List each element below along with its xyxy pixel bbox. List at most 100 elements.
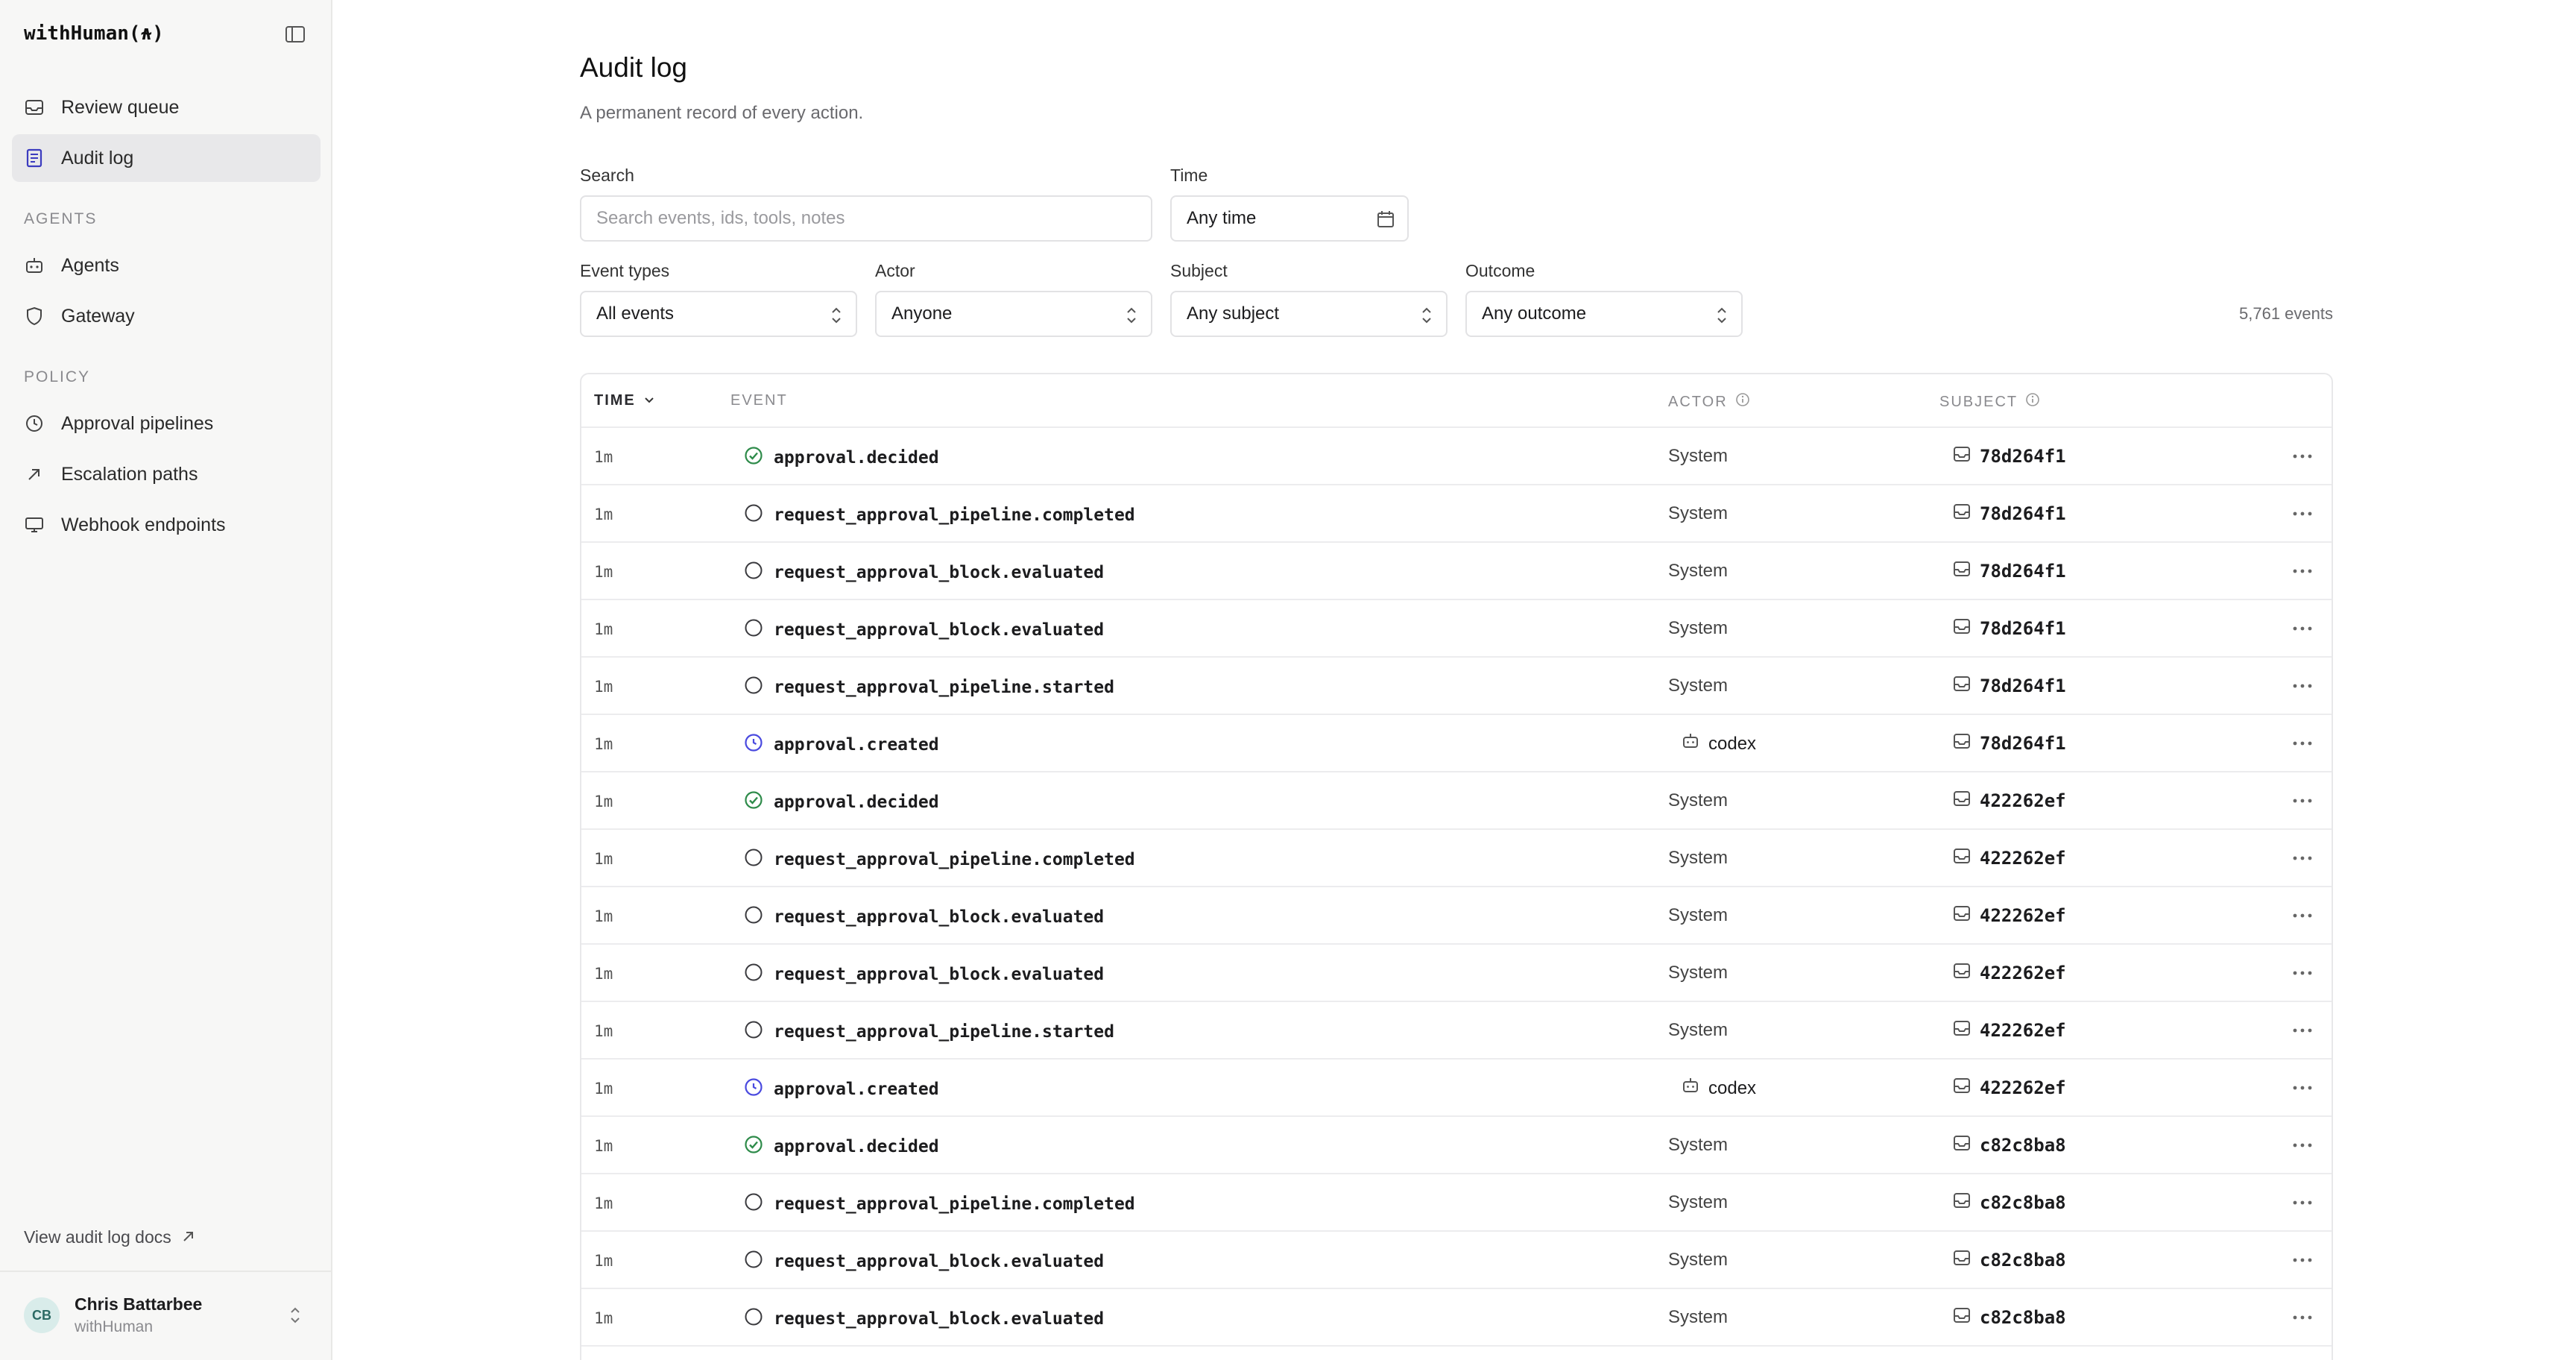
- cell-subject[interactable]: 78d264f1: [1953, 503, 2066, 524]
- info-icon[interactable]: [1735, 392, 1750, 412]
- circle-icon: [744, 1020, 763, 1044]
- subject-select[interactable]: Any subject: [1170, 291, 1448, 337]
- row-actions-button[interactable]: [2290, 792, 2315, 810]
- info-icon[interactable]: [2025, 392, 2040, 412]
- cell-subject[interactable]: 78d264f1: [1953, 618, 2066, 639]
- event-name: request_approval_pipeline.completed: [774, 1194, 1135, 1214]
- row-actions-button[interactable]: [2290, 734, 2315, 752]
- table-row[interactable]: 1m approval.decided System 78d264f1: [581, 428, 2332, 485]
- cell-actor: System: [1668, 676, 1728, 696]
- ellipsis-icon: [2291, 679, 2314, 693]
- row-actions-button[interactable]: [2290, 1079, 2315, 1097]
- row-actions-button[interactable]: [2290, 1309, 2315, 1326]
- column-header-label: SUBJECT: [1939, 393, 2018, 410]
- table-row[interactable]: 1m request_approval_block.evaluated System…: [581, 945, 2332, 1002]
- table-row[interactable]: 1m request_approval_pipeline.completed Sys…: [581, 485, 2332, 543]
- cell-subject[interactable]: 78d264f1: [1953, 561, 2066, 582]
- audit-log-table: TIME EVENT ACTOR SUBJECT 1m approval.deci…: [580, 373, 2333, 1360]
- table-row[interactable]: 1m request_approval_block.evaluated System…: [581, 1289, 2332, 1347]
- table-row[interactable]: 1m approval.decided System 422262ef: [581, 772, 2332, 830]
- sidebar-item-approval-pipelines[interactable]: Approval pipelines: [12, 400, 321, 447]
- search-input[interactable]: Search events, ids, tools, notes: [580, 195, 1152, 242]
- actor-name: codex: [1708, 733, 1757, 754]
- time-picker[interactable]: Any time: [1170, 195, 1409, 242]
- row-actions-button[interactable]: [2290, 907, 2315, 925]
- table-row[interactable]: 1m request_approval_block.evaluated System…: [581, 887, 2332, 945]
- table-row[interactable]: 1m request_approval_pipeline.started Syste…: [581, 658, 2332, 715]
- sidebar-toggle-icon[interactable]: [283, 24, 307, 45]
- outcome-label: Outcome: [1465, 261, 1535, 280]
- table-row[interactable]: 1m approval.decided System c82c8ba8: [581, 1117, 2332, 1174]
- cell-subject[interactable]: c82c8ba8: [1953, 1307, 2066, 1328]
- subject-id: 78d264f1: [1980, 618, 2066, 639]
- sidebar-item-gateway[interactable]: Gateway: [12, 292, 321, 340]
- row-actions-button[interactable]: [2290, 562, 2315, 580]
- cell-subject[interactable]: 422262ef: [1953, 963, 2066, 983]
- cell-subject[interactable]: c82c8ba8: [1953, 1192, 2066, 1213]
- ellipsis-icon: [2291, 1081, 2314, 1095]
- cell-time: 1m: [594, 1080, 613, 1098]
- actor-name: System: [1668, 963, 1729, 983]
- row-actions-button[interactable]: [2290, 1251, 2315, 1269]
- cell-subject[interactable]: 422262ef: [1953, 848, 2066, 869]
- table-row[interactable]: 1m request_approval_block.evaluated System…: [581, 600, 2332, 658]
- table-header: TIME EVENT ACTOR SUBJECT: [581, 374, 2332, 428]
- sidebar-item-label: Audit log: [61, 147, 134, 169]
- actor-name: System: [1668, 905, 1729, 925]
- table-row[interactable]: 1m request_approval_pipeline.started Syste…: [581, 1002, 2332, 1060]
- row-actions-button[interactable]: [2290, 1021, 2315, 1039]
- table-row[interactable]: 1m request_approval_block.evaluated System…: [581, 1232, 2332, 1289]
- sidebar-item-agents[interactable]: Agents: [12, 242, 321, 289]
- cell-subject[interactable]: 78d264f1: [1953, 676, 2066, 696]
- sidebar-item-escalation-paths[interactable]: Escalation paths: [12, 450, 321, 498]
- table-row[interactable]: 1m request_approval_pipeline.completed Sys…: [581, 1174, 2332, 1232]
- column-header-time[interactable]: TIME: [594, 392, 655, 409]
- cell-subject[interactable]: 422262ef: [1953, 1020, 2066, 1041]
- cell-actor: System: [1668, 446, 1728, 467]
- calendar-icon: [1376, 210, 1395, 234]
- subject-id: c82c8ba8: [1980, 1192, 2066, 1213]
- cell-subject[interactable]: 422262ef: [1953, 790, 2066, 811]
- user-menu[interactable]: CB Chris Battarbee withHuman: [0, 1271, 332, 1360]
- event-types-select[interactable]: All events: [580, 291, 857, 337]
- row-actions-button[interactable]: [2290, 677, 2315, 695]
- brand-logo: withHuman(⍲): [24, 22, 164, 45]
- cell-actor: System: [1668, 790, 1728, 811]
- cell-time: 1m: [594, 793, 613, 810]
- cell-event: request_approval_block.evaluated: [744, 1250, 1104, 1274]
- table-row[interactable]: 1m request_approval_pipeline.completed Sys…: [581, 830, 2332, 887]
- actor-select[interactable]: Anyone: [875, 291, 1152, 337]
- cell-subject[interactable]: 422262ef: [1953, 905, 2066, 926]
- row-actions-button[interactable]: [2290, 1194, 2315, 1212]
- outcome-select[interactable]: Any outcome: [1465, 291, 1743, 337]
- cell-subject[interactable]: 78d264f1: [1953, 446, 2066, 467]
- row-actions-button[interactable]: [2290, 1136, 2315, 1154]
- avatar: CB: [24, 1297, 60, 1333]
- chevron-up-down-icon: [1714, 305, 1729, 331]
- sidebar-item-webhook-endpoints[interactable]: Webhook endpoints: [12, 501, 321, 549]
- inbox-icon: [1953, 618, 1971, 639]
- row-actions-button[interactable]: [2290, 964, 2315, 982]
- inbox-icon: [1953, 1307, 1971, 1328]
- audit-log-docs-link[interactable]: View audit log docs: [24, 1227, 195, 1247]
- nav-section-agents: AGENTS: [24, 210, 98, 227]
- cell-subject[interactable]: c82c8ba8: [1953, 1250, 2066, 1271]
- cell-subject[interactable]: 422262ef: [1953, 1077, 2066, 1098]
- column-header-actor: ACTOR: [1668, 392, 1750, 412]
- document-icon: [24, 148, 45, 169]
- event-types-label: Event types: [580, 261, 670, 280]
- cell-subject[interactable]: c82c8ba8: [1953, 1135, 2066, 1156]
- sidebar-item-audit-log[interactable]: Audit log: [12, 134, 321, 182]
- row-actions-button[interactable]: [2290, 849, 2315, 867]
- cell-subject[interactable]: 78d264f1: [1953, 733, 2066, 754]
- sidebar-item-review-queue[interactable]: Review queue: [12, 84, 321, 131]
- row-actions-button[interactable]: [2290, 447, 2315, 465]
- table-row[interactable]: 1m approval.created codex 78d264f1: [581, 715, 2332, 772]
- event-name: request_approval_pipeline.completed: [774, 850, 1135, 869]
- table-row[interactable]: 1m request_approval_block.evaluated System…: [581, 543, 2332, 600]
- user-org: withHuman: [75, 1318, 154, 1335]
- actor-name: System: [1668, 561, 1729, 581]
- row-actions-button[interactable]: [2290, 505, 2315, 523]
- table-row[interactable]: 1m approval.created codex 422262ef: [581, 1060, 2332, 1117]
- row-actions-button[interactable]: [2290, 620, 2315, 638]
